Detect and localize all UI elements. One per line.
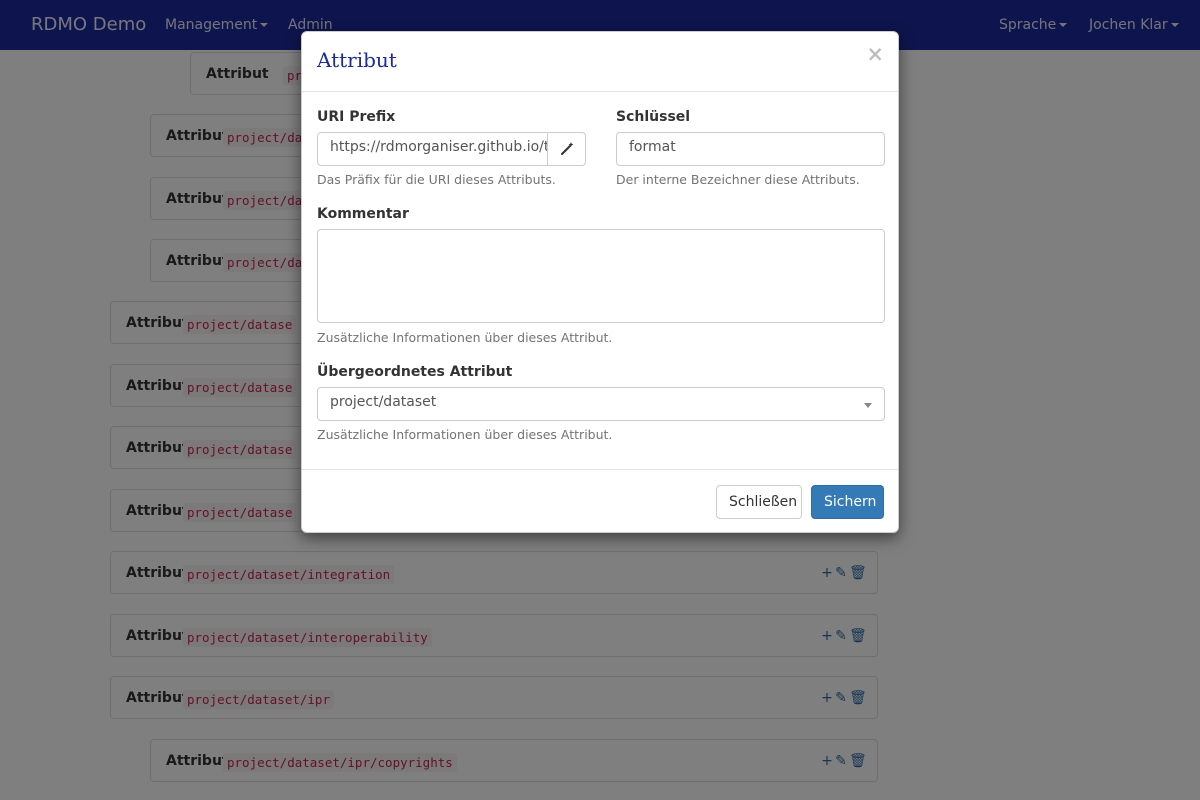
comment-textarea[interactable] bbox=[317, 229, 885, 323]
modal-footer: Schließen Sichern bbox=[302, 469, 898, 533]
comment-label: Kommentar bbox=[317, 206, 409, 222]
uri-prefix-input[interactable]: https://rdmorganiser.github.io/terms bbox=[317, 132, 548, 166]
parent-attribute-select[interactable]: project/dataset bbox=[317, 387, 885, 421]
uri-prefix-label: URI Prefix bbox=[317, 109, 396, 125]
save-button[interactable]: Sichern bbox=[811, 485, 884, 519]
key-help: Der interne Bezeichner diese Attributs. bbox=[616, 172, 860, 187]
uri-prefix-help: Das Präfix für die URI dieses Attributs. bbox=[317, 172, 556, 187]
magic-wand-icon bbox=[560, 142, 573, 155]
parent-attribute-value: project/dataset bbox=[330, 394, 437, 410]
close-button[interactable]: Schließen bbox=[716, 485, 802, 519]
comment-help: Zusätzliche Informationen über dieses At… bbox=[317, 330, 613, 345]
parent-attribute-label: Übergeordnetes Attribut bbox=[317, 364, 513, 380]
modal-header: Attribut × bbox=[302, 32, 898, 92]
key-input[interactable]: format bbox=[616, 132, 885, 166]
modal-title: Attribut bbox=[317, 48, 397, 72]
parent-attribute-help: Zusätzliche Informationen über dieses At… bbox=[317, 427, 613, 442]
magic-wand-button[interactable] bbox=[547, 132, 586, 166]
chevron-down-icon bbox=[864, 403, 872, 408]
key-label: Schlüssel bbox=[616, 109, 691, 125]
close-icon[interactable]: × bbox=[866, 42, 884, 66]
attribute-modal: Attribut × URI Prefix https://rdmorganis… bbox=[301, 31, 899, 533]
